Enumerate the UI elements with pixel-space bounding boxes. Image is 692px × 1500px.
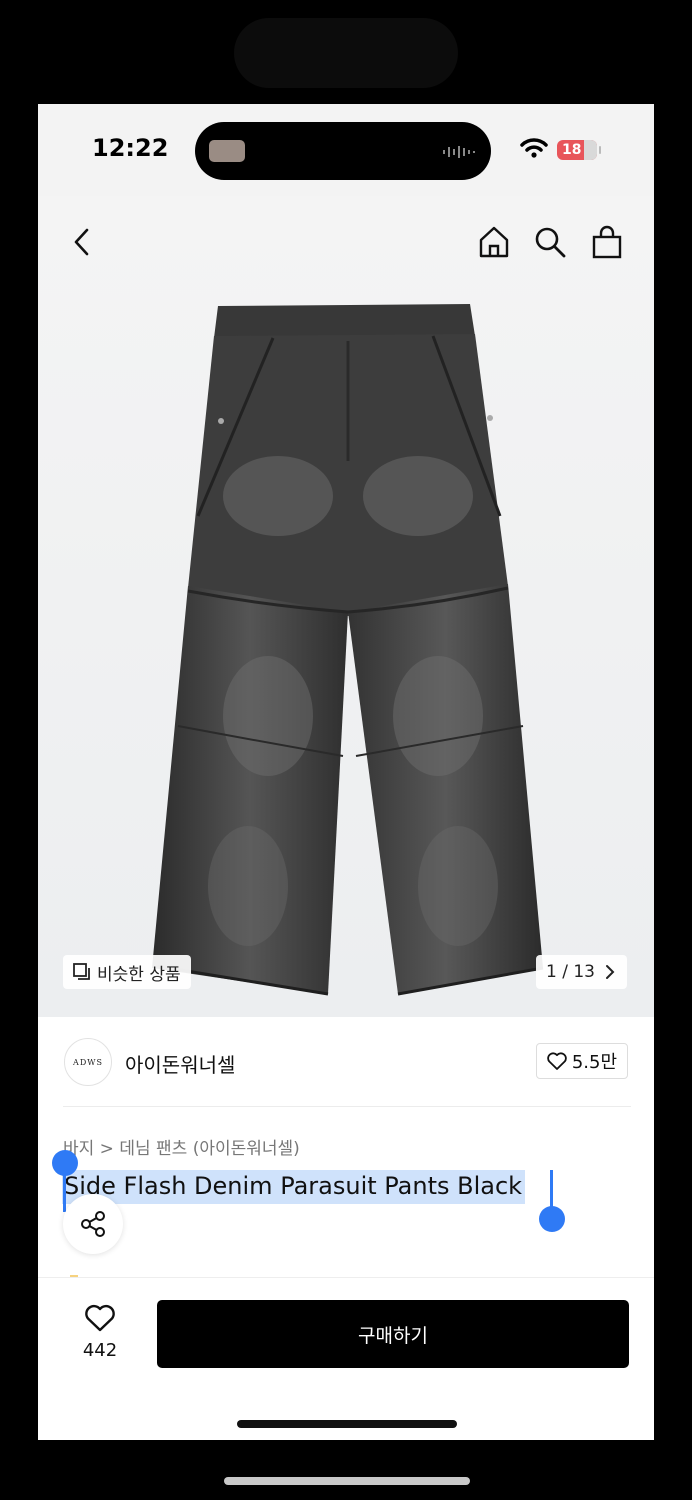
search-icon [535,227,566,258]
similar-products-label: 비슷한 상품 [97,964,181,985]
brand-row: ADWS 아이돈워너셀 5.5만 [38,1017,654,1107]
brand-logo[interactable]: ADWS [64,1038,112,1086]
wishlist-button[interactable]: 442 [70,1304,130,1361]
audio-wave-icon [443,146,475,158]
home-indicator[interactable] [237,1420,457,1428]
product-title[interactable]: Side Flash Denim Parasuit Pants Black [62,1170,526,1204]
buy-button-label: 구매하기 [358,1324,428,1347]
share-button[interactable] [63,1194,123,1254]
wishlist-count: 442 [82,1340,118,1361]
divider [63,1106,631,1107]
product-title-text[interactable]: Side Flash Denim Parasuit Pants Black [62,1170,526,1204]
phone-screen: 12:22 18 비슷한 상품 1 / 13 ADWS 아이돈워너셀 5.5만 … [38,104,654,1440]
product-image-gallery[interactable]: 비슷한 상품 1 / 13 [38,196,654,1017]
cart-button[interactable] [587,222,627,262]
brand-name[interactable]: 아이돈워너셀 [125,1049,235,1078]
battery-level: 18 [562,142,582,158]
home-button[interactable] [474,222,514,262]
brand-logo-text: ADWS [73,1057,103,1067]
selection-start-handle[interactable] [52,1150,78,1212]
battery-empty-portion [584,140,597,160]
back-button[interactable] [64,224,100,260]
share-icon [81,1211,105,1237]
selection-end-handle[interactable] [539,1170,565,1232]
shopping-bag-icon [592,225,622,259]
device-home-bar [224,1477,470,1485]
home-icon [479,226,509,258]
heart-icon [547,1052,567,1070]
buy-button[interactable]: 구매하기 [157,1300,629,1368]
purchase-bar: 442 구매하기 [38,1277,654,1440]
status-bar: 12:22 18 [38,104,654,196]
brand-like-count: 5.5만 [571,1052,617,1073]
battery-indicator: 18 [557,140,601,160]
device-notch [234,18,458,88]
product-photo-jeans [38,196,654,1017]
category-breadcrumb[interactable]: 바지 > 데님 팬츠 (아이돈워너셀) [63,1134,300,1159]
image-pager[interactable]: 1 / 13 [536,955,627,989]
similar-products-button[interactable]: 비슷한 상품 [63,955,191,989]
status-time: 12:22 [92,134,169,162]
media-thumbnail [209,140,245,162]
search-button[interactable] [530,222,570,262]
copy-icon [73,963,90,980]
heart-icon [85,1304,115,1332]
image-pager-count: 1 / 13 [546,962,595,982]
chevron-right-icon [606,965,615,979]
brand-like-button[interactable]: 5.5만 [535,1043,628,1079]
wifi-icon [520,138,548,158]
chevron-left-icon [74,228,89,256]
dynamic-island[interactable] [195,122,491,180]
